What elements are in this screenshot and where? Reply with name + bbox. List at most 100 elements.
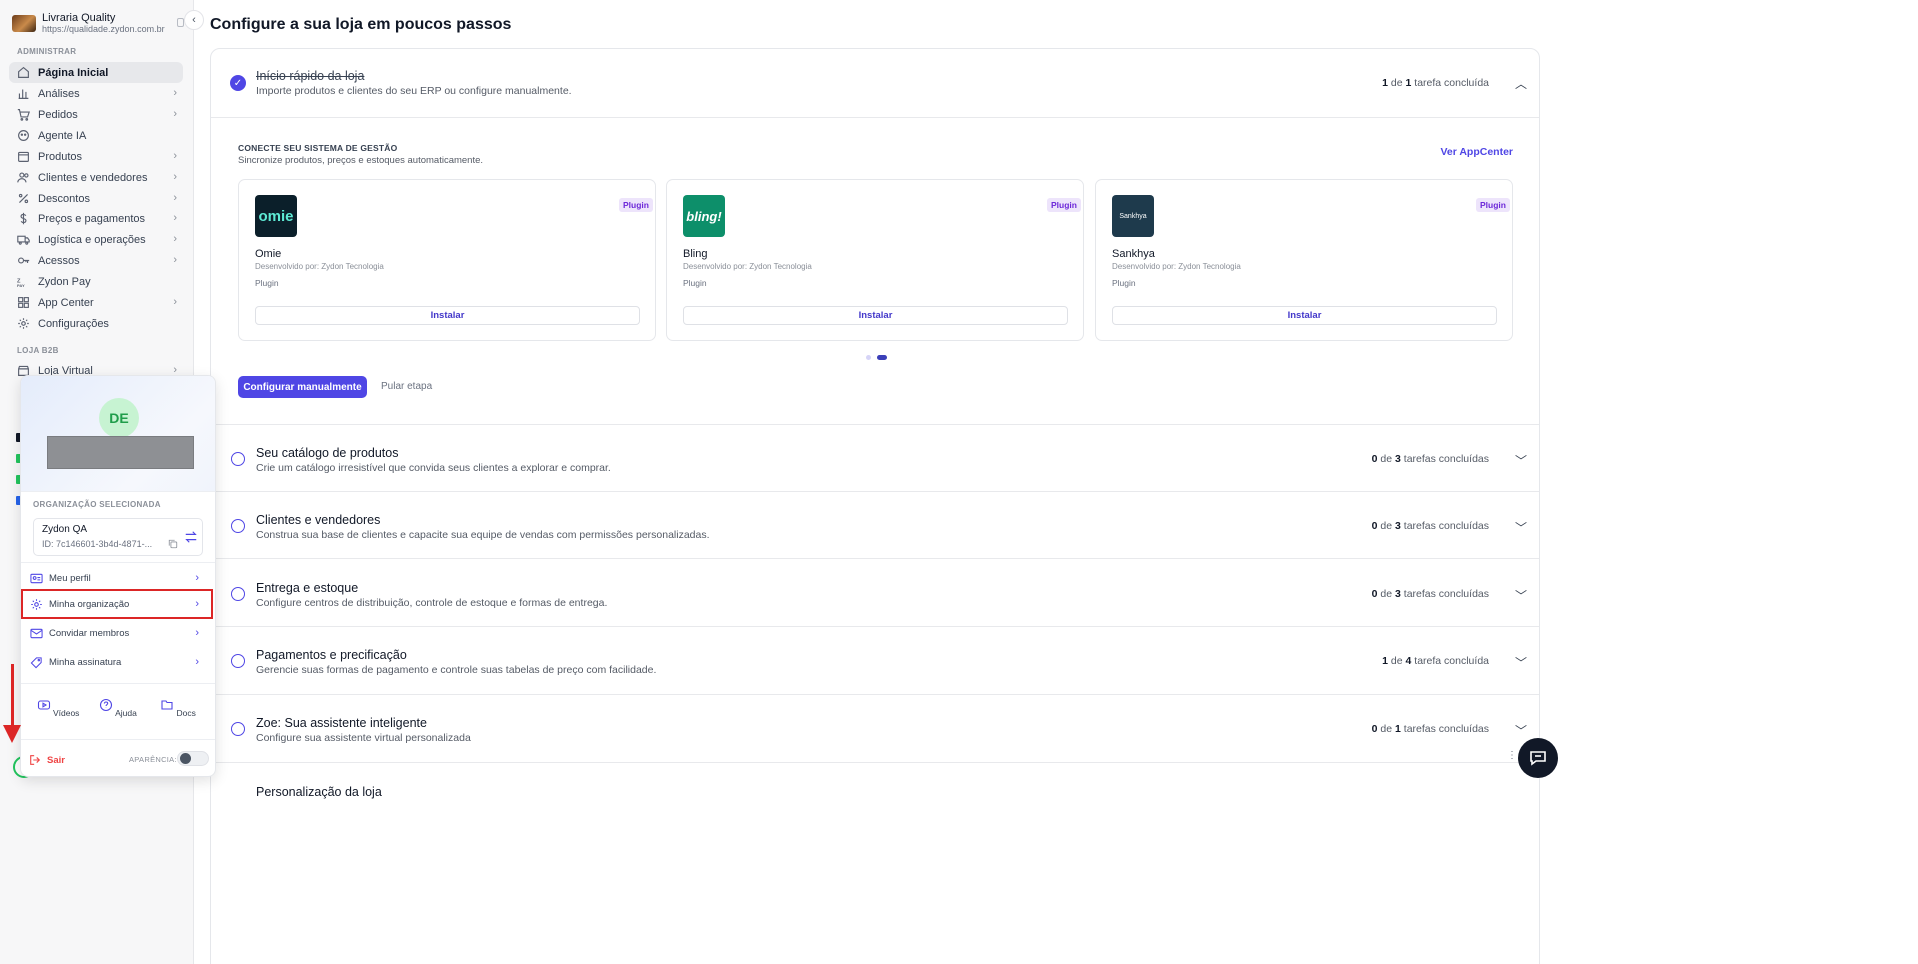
- svg-text:PAY: PAY: [17, 283, 25, 288]
- sidebar-item-acessos[interactable]: Acessos ›: [9, 250, 183, 271]
- profile-popover: DE ORGANIZAÇÃO SELECIONADA Zydon QA ID: …: [20, 375, 216, 777]
- profile-card-icon: [30, 573, 43, 583]
- chevron-down-icon[interactable]: ﹀: [1515, 587, 1527, 604]
- section-catalogo[interactable]: Seu catálogo de produtos Crie um catálog…: [211, 424, 1539, 491]
- section-clientes[interactable]: Clientes e vendedores Construa sua base …: [211, 491, 1539, 558]
- circle-icon: [231, 587, 245, 601]
- sidebar-item-label: Descontos: [38, 192, 90, 205]
- docs-icon: [161, 700, 173, 710]
- sidebar-item-label: Análises: [38, 87, 80, 100]
- drag-handle-icon[interactable]: ⋮⋮: [1507, 751, 1527, 767]
- chart-icon: [16, 87, 30, 101]
- menu-minha-organizacao[interactable]: Minha organização ›: [21, 589, 213, 619]
- plugin-name: Omie: [255, 248, 282, 260]
- chevron-right-icon: ›: [173, 150, 177, 162]
- chevron-up-icon[interactable]: ︿: [1515, 75, 1527, 92]
- sidebar-item-clientes[interactable]: Clientes e vendedores ›: [9, 167, 183, 188]
- store-switcher[interactable]: Livraria Quality https://qualidade.zydon…: [12, 8, 190, 38]
- toggle-knob: [180, 753, 191, 764]
- annotation-arrow: [11, 664, 14, 726]
- install-button[interactable]: Instalar: [683, 306, 1068, 325]
- sidebar-item-produtos[interactable]: Produtos ›: [9, 146, 183, 167]
- task-count: 0 de 1 tarefas concluídas: [1371, 723, 1489, 735]
- chevron-down-icon[interactable]: ﹀: [1515, 452, 1527, 469]
- chevron-right-icon: ›: [195, 627, 199, 639]
- chevron-down-icon[interactable]: ﹀: [1515, 654, 1527, 671]
- logout-button[interactable]: Sair: [29, 754, 65, 766]
- plugin-card-sankhya: Sankhya Plugin Sankhya Desenvolvido por:…: [1095, 179, 1513, 341]
- circle-icon: [231, 452, 245, 466]
- plugin-name: Sankhya: [1112, 248, 1155, 260]
- section-description: Importe produtos e clientes do seu ERP o…: [256, 85, 572, 97]
- quick-link-docs[interactable]: Docs: [153, 698, 203, 718]
- menu-meu-perfil[interactable]: Meu perfil ›: [23, 565, 211, 591]
- sidebar-item-analises[interactable]: Análises ›: [9, 83, 183, 104]
- section-title: Pagamentos e precificação: [256, 648, 407, 662]
- section-quick-start-header[interactable]: ✓ Início rápido da loja Importe produtos…: [211, 49, 1539, 116]
- circle-icon: [231, 722, 245, 736]
- sidebar-item-label: Produtos: [38, 150, 83, 163]
- sidebar-item-agente-ia[interactable]: Agente IA: [9, 125, 183, 146]
- menu-label: Minha organização: [49, 598, 130, 610]
- sidebar-item-label: Clientes e vendedores: [38, 171, 148, 184]
- sidebar-item-label: Agente IA: [38, 129, 87, 142]
- plugin-badge: Plugin: [619, 198, 653, 212]
- section-personalizacao[interactable]: Personalização da loja: [211, 762, 1539, 829]
- key-icon: [16, 254, 30, 268]
- configure-manually-button[interactable]: Configurar manualmente: [238, 376, 367, 398]
- quick-link-ajuda[interactable]: Ajuda: [93, 698, 143, 718]
- menu-label: Convidar membros: [49, 627, 130, 639]
- sidebar-item-zydon-pay[interactable]: Z PAY Zydon Pay: [9, 271, 183, 292]
- chevron-down-icon[interactable]: ﹀: [1515, 722, 1527, 739]
- carousel-dot[interactable]: [866, 355, 871, 360]
- section-description: Construa sua base de clientes e capacite…: [256, 529, 710, 541]
- sidebar-item-label: Zydon Pay: [38, 275, 91, 288]
- chevron-right-icon: ›: [195, 656, 199, 668]
- chat-button[interactable]: [1518, 738, 1558, 778]
- sidebar-item-label: Página Inicial: [38, 66, 109, 79]
- sidebar-item-configuracoes[interactable]: Configurações: [9, 313, 183, 334]
- quick-link-videos[interactable]: Vídeos: [33, 698, 83, 718]
- menu-minha-assinatura[interactable]: Minha assinatura ›: [23, 649, 211, 675]
- sidebar-item-label: Logística e operações: [38, 233, 146, 246]
- circle-icon: [231, 654, 245, 668]
- appearance-toggle[interactable]: [177, 751, 209, 766]
- menu-label: Meu perfil: [49, 572, 91, 584]
- sidebar-item-precos[interactable]: Preços e pagamentos ›: [9, 208, 183, 229]
- install-button[interactable]: Instalar: [1112, 306, 1497, 325]
- sidebar-item-home[interactable]: Página Inicial: [9, 62, 183, 83]
- task-count: 1 de 4 tarefa concluída: [1382, 655, 1489, 667]
- pay-icon: Z PAY: [16, 275, 30, 289]
- section-pagamentos[interactable]: Pagamentos e precificação Gerencie suas …: [211, 626, 1539, 693]
- chat-icon: [1530, 751, 1546, 766]
- chevron-right-icon: ›: [173, 254, 177, 266]
- selected-organization[interactable]: Zydon QA ID: 7c146601-3b4d-4871-...: [33, 518, 203, 556]
- cart-icon: [16, 108, 30, 122]
- omie-logo: omie: [255, 195, 297, 237]
- sidebar-item-logistica[interactable]: Logística e operações ›: [9, 229, 183, 250]
- section-description: Configure sua assistente virtual persona…: [256, 732, 471, 744]
- copy-icon[interactable]: [168, 539, 178, 549]
- skip-step-link[interactable]: Pular etapa: [381, 381, 432, 392]
- task-count: 1 de 1 tarefa concluída: [1382, 77, 1489, 89]
- divider: [21, 683, 215, 684]
- chevron-right-icon: ›: [173, 171, 177, 183]
- help-icon: [100, 698, 113, 712]
- switch-org-icon[interactable]: [184, 530, 198, 544]
- section-entrega[interactable]: Entrega e estoque Configure centros de d…: [211, 558, 1539, 625]
- collapse-sidebar-button[interactable]: ‹: [184, 10, 204, 30]
- menu-convidar-membros[interactable]: Convidar membros ›: [23, 620, 211, 646]
- truck-icon: [16, 233, 30, 247]
- sidebar-item-pedidos[interactable]: Pedidos ›: [9, 104, 183, 125]
- sidebar-item-descontos[interactable]: Descontos ›: [9, 188, 183, 209]
- tag-icon: [30, 656, 42, 668]
- chevron-down-icon[interactable]: ﹀: [1515, 519, 1527, 536]
- ver-appcenter-link[interactable]: Ver AppCenter: [1440, 146, 1513, 158]
- section-zoe[interactable]: Zoe: Sua assistente inteligente Configur…: [211, 694, 1539, 761]
- sidebar-item-app-center[interactable]: App Center ›: [9, 292, 183, 313]
- install-button[interactable]: Instalar: [255, 306, 640, 325]
- carousel-dot-active[interactable]: [877, 355, 887, 360]
- org-id: ID: 7c146601-3b4d-4871-...: [42, 539, 153, 549]
- pin-icon[interactable]: [177, 18, 184, 27]
- plugin-name: Bling: [683, 248, 708, 260]
